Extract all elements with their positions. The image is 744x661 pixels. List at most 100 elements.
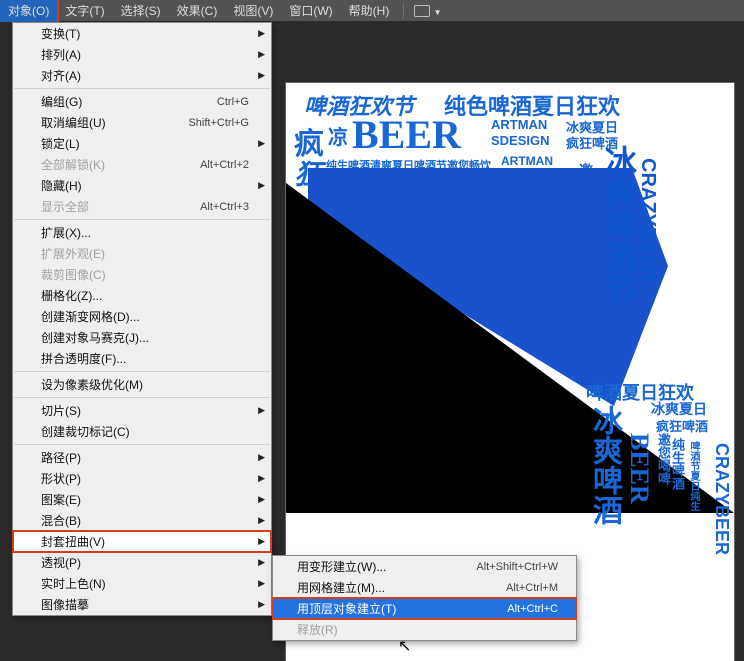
menu-item-19[interactable]: 设为像素级优化(M) [13,374,271,395]
menu-6[interactable]: 帮助(H) [341,0,398,22]
chevron-right-icon: ▶ [258,452,265,463]
chevron-right-icon: ▶ [258,578,265,589]
poster-vert: CRAZYBEER [636,158,659,282]
menu-item-label: 显示全部 [41,198,89,215]
menu-item-label: 排列(A) [41,46,81,63]
shortcut: Alt+Ctrl+3 [200,201,249,213]
menu-item-4[interactable]: 编组(G) Ctrl+G [13,91,271,112]
menu-item-22[interactable]: 创建裁切标记(C) [13,421,271,442]
chevron-right-icon: ▶ [258,536,265,547]
poster-vert: CRAZYBEER [711,443,732,555]
menu-item-25[interactable]: 形状(P)▶ [13,468,271,489]
poster-beer: BEER [352,111,461,158]
menu-2[interactable]: 选择(S) [113,0,169,22]
chevron-right-icon: ▶ [258,515,265,526]
poster-line: ARTMAN [491,117,547,132]
menu-item-9: 显示全部 Alt+Ctrl+3 [13,196,271,217]
menu-item-15[interactable]: 创建渐变网格(D)... [13,306,271,327]
menu-item-label: 隐藏(H) [41,177,82,194]
menu-separator [14,397,270,398]
menu-4[interactable]: 视图(V) [225,0,281,22]
menu-item-label: 实时上色(N) [41,575,106,592]
chevron-right-icon: ▶ [258,405,265,416]
submenu-item-label: 释放(R) [297,621,338,638]
workspace-switcher[interactable]: ▼ [410,4,445,18]
submenu-item-1[interactable]: 用网格建立(M)...Alt+Ctrl+M [273,577,576,598]
object-menu-dropdown[interactable]: 变换(T) ▶ 排列(A) ▶ 对齐(A) ▶ 编组(G) Ctrl+G 取消编组(U) Shif… [12,22,272,616]
menu-item-label: 扩展(X)... [41,224,91,241]
menu-item-label: 对齐(A) [41,67,81,84]
shortcut: Alt+Ctrl+2 [200,159,249,171]
shortcut: Ctrl+G [217,96,249,108]
menu-item-label: 创建渐变网格(D)... [41,308,140,325]
menu-item-21[interactable]: 切片(S)▶ [13,400,271,421]
menu-separator [14,371,270,372]
submenu-item-0[interactable]: 用变形建立(W)...Alt+Shift+Ctrl+W [273,556,576,577]
menu-item-label: 透视(P) [41,554,81,571]
poster-vert: BEER [624,433,654,504]
menu-item-29[interactable]: 透视(P) ▶ [13,552,271,573]
menu-item-label: 封套扭曲(V) [41,533,105,550]
menu-item-30[interactable]: 实时上色(N) ▶ [13,573,271,594]
chevron-right-icon: ▶ [258,599,265,610]
menu-item-16[interactable]: 创建对象马赛克(J)... [13,327,271,348]
menu-item-24[interactable]: 路径(P) ▶ [13,447,271,468]
menu-item-27[interactable]: 混合(B) ▶ [13,510,271,531]
shortcut: Alt+Shift+Ctrl+W [476,561,558,573]
chevron-right-icon: ▶ [258,49,265,60]
menu-separator [403,3,404,19]
menu-item-0[interactable]: 变换(T) ▶ [13,23,271,44]
submenu-item-label: 用网格建立(M)... [297,579,385,596]
menu-item-label: 拼合透明度(F)... [41,350,126,367]
chevron-right-icon: ▶ [258,473,265,484]
poster-line: SDESIGN [491,133,550,148]
submenu-item-label: 用顶层对象建立(T) [297,600,396,617]
poster-vert: 纯生啤酒 [668,438,687,490]
chevron-right-icon: ▶ [258,180,265,191]
menu-item-8[interactable]: 隐藏(H) ▶ [13,175,271,196]
menu-3[interactable]: 效果(C) [169,0,226,22]
menu-item-1[interactable]: 排列(A) ▶ [13,44,271,65]
submenu-item-3: 释放(R) [273,619,576,640]
chevron-right-icon: ▶ [258,28,265,39]
menu-item-label: 混合(B) [41,512,81,529]
menu-item-label: 变换(T) [41,25,80,42]
menu-item-label: 栅格化(Z)... [41,287,102,304]
menu-item-5[interactable]: 取消编组(U) Shift+Ctrl+G [13,112,271,133]
menu-item-28[interactable]: 封套扭曲(V) ▶ [13,531,271,552]
shortcut: Alt+Ctrl+C [507,603,558,615]
menu-item-17[interactable]: 拼合透明度(F)... [13,348,271,369]
poster-vert: 冰爽啤酒 [582,405,626,525]
menu-item-2[interactable]: 对齐(A) ▶ [13,65,271,86]
menu-item-label: 图案(E) [41,491,81,508]
chevron-right-icon: ▶ [258,557,265,568]
menu-item-label: 锁定(L) [41,135,80,152]
menu-item-6[interactable]: 锁定(L) ▶ [13,133,271,154]
menu-item-14[interactable]: 栅格化(Z)... [13,285,271,306]
menu-item-13: 裁剪图像(C) [13,264,271,285]
menu-item-label: 编组(G) [41,93,82,110]
menu-item-12: 扩展外观(E) [13,243,271,264]
submenu-item-2[interactable]: 用顶层对象建立(T) Alt+Ctrl+C [273,598,576,619]
poster-vert: 啤酒节夏日纯生 [686,441,701,511]
chevron-right-icon: ▶ [258,70,265,81]
envelope-distort-submenu[interactable]: 用变形建立(W)...Alt+Shift+Ctrl+W用网格建立(M)...Al… [272,555,577,641]
menu-item-label: 扩展外观(E) [41,245,105,262]
menu-item-label: 取消编组(U) [41,114,106,131]
menu-item-label: 创建对象马赛克(J)... [41,329,149,346]
menu-0[interactable]: 对象(O) [0,0,57,22]
menu-item-11[interactable]: 扩展(X)... [13,222,271,243]
menu-item-31[interactable]: 图像描摹 ▶ [13,594,271,615]
menu-item-7: 全部解锁(K)Alt+Ctrl+2 [13,154,271,175]
chevron-right-icon: ▶ [258,138,265,149]
shortcut: Shift+Ctrl+G [188,117,249,129]
menu-5[interactable]: 窗口(W) [281,0,340,22]
menu-separator [14,444,270,445]
menu-item-label: 路径(P) [41,449,81,466]
menubar: 对象(O)文字(T)选择(S)效果(C)视图(V)窗口(W)帮助(H) ▼ [0,0,744,22]
menu-item-label: 图像描摹 [41,596,89,613]
poster-line: 凉 [328,121,348,150]
menu-item-label: 裁剪图像(C) [41,266,106,283]
menu-1[interactable]: 文字(T) [57,0,112,22]
menu-item-26[interactable]: 图案(E)▶ [13,489,271,510]
